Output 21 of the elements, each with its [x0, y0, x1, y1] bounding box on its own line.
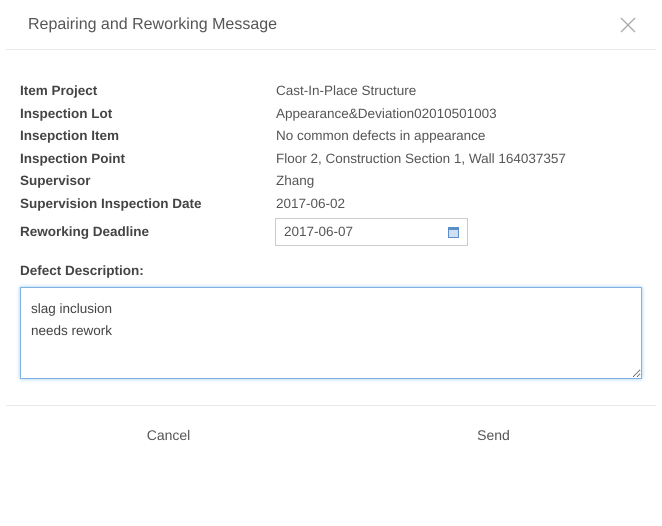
field-value: Floor 2, Construction Section 1, Wall 164037357 [276, 150, 566, 168]
calendar-icon [448, 226, 459, 238]
field-value: Zhang [276, 172, 314, 190]
cancel-button[interactable]: Cancel [6, 406, 331, 454]
close-icon[interactable] [618, 14, 638, 34]
field-value: Appearance&Deviation02010501003 [276, 104, 497, 123]
send-button[interactable]: Send [331, 406, 656, 454]
field-label: Supervision Inspection Date [20, 194, 203, 213]
defect-description-field[interactable]: slag inclusion needs rework [20, 287, 642, 380]
date-input-field[interactable]: 2017-06-07 [275, 218, 468, 246]
field-label: Supervisor [20, 172, 92, 190]
field-label: Reworking Deadline [20, 222, 150, 241]
field-value: No common defects in appearance [276, 127, 486, 146]
field-label: Inspection Point [20, 150, 126, 168]
field-value: 2017-06-02 [276, 194, 346, 213]
field-label: Item Project [20, 82, 98, 100]
field-label: Insepction Item [20, 127, 120, 146]
field-value: Cast-In-Place Structure [276, 82, 416, 100]
dialog-title: Repairing and Reworking Message [28, 14, 278, 34]
field-label: Inspection Lot [20, 104, 114, 123]
defect-label: Defect Description: [20, 262, 145, 280]
